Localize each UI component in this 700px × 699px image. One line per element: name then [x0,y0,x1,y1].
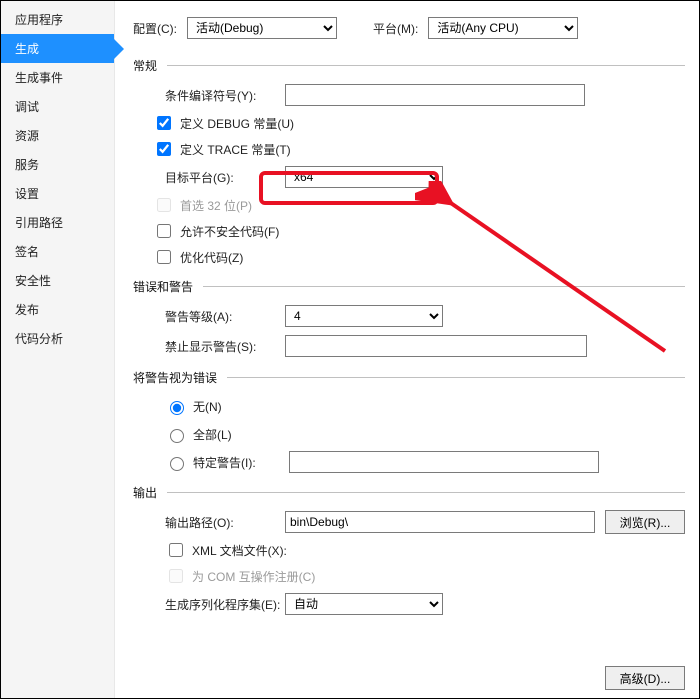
output-path-label: 输出路径(O): [165,514,285,531]
warning-level-select[interactable]: 4 [285,305,443,327]
section-errors-title: 错误和警告 [133,278,193,295]
config-platform-row: 配置(C): 活动(Debug) 平台(M): 活动(Any CPU) [133,17,685,39]
com-interop-label: 为 COM 互操作注册(C) [192,568,315,585]
section-treat: 将警告视为错误 [133,369,685,386]
sidebar-item-security[interactable]: 安全性 [1,266,114,295]
cond-symbols-label: 条件编译符号(Y): [165,87,285,104]
treat-specific-label: 特定警告(I): [193,454,283,471]
prefer-32bit-checkbox [157,198,171,212]
platform-select[interactable]: 活动(Any CPU) [428,17,578,39]
define-debug-label: 定义 DEBUG 常量(U) [180,115,294,132]
define-debug-checkbox[interactable] [157,116,171,130]
optimize-code-checkbox[interactable] [157,250,171,264]
section-output-title: 输出 [133,484,157,501]
sidebar-item-signing[interactable]: 签名 [1,237,114,266]
sidebar-item-services[interactable]: 服务 [1,150,114,179]
project-properties-window: 应用程序 生成 生成事件 调试 资源 服务 设置 引用路径 签名 安全性 发布 … [0,0,700,699]
treat-specific-input[interactable] [289,451,599,473]
divider [203,286,685,287]
config-select[interactable]: 活动(Debug) [187,17,337,39]
config-label: 配置(C): [133,20,177,37]
suppress-warnings-input[interactable] [285,335,587,357]
target-platform-select[interactable]: x64 [285,166,443,188]
prefer-32bit-label: 首选 32 位(P) [180,197,252,214]
sidebar: 应用程序 生成 生成事件 调试 资源 服务 设置 引用路径 签名 安全性 发布 … [1,1,115,698]
sidebar-item-build[interactable]: 生成 [1,34,114,63]
define-trace-checkbox[interactable] [157,142,171,156]
allow-unsafe-label: 允许不安全代码(F) [180,223,279,240]
sidebar-item-reference-paths[interactable]: 引用路径 [1,208,114,237]
treat-all-label: 全部(L) [193,426,232,443]
treat-none-label: 无(N) [193,398,222,415]
advanced-button[interactable]: 高级(D)... [605,666,685,690]
section-general: 常规 [133,57,685,74]
allow-unsafe-checkbox[interactable] [157,224,171,238]
serialization-select[interactable]: 自动 [285,593,443,615]
sidebar-item-code-analysis[interactable]: 代码分析 [1,324,114,353]
target-platform-label: 目标平台(G): [165,169,285,186]
serialization-label: 生成序列化程序集(E): [165,596,285,613]
optimize-code-label: 优化代码(Z) [180,249,243,266]
sidebar-item-application[interactable]: 应用程序 [1,5,114,34]
warning-level-label: 警告等级(A): [165,308,285,325]
treat-none-radio[interactable] [170,401,184,415]
section-output: 输出 [133,484,685,501]
section-treat-title: 将警告视为错误 [133,369,217,386]
browse-button[interactable]: 浏览(R)... [605,510,685,534]
treat-specific-radio[interactable] [170,457,184,471]
output-path-input[interactable] [285,511,595,533]
platform-label: 平台(M): [373,20,418,37]
sidebar-item-debug[interactable]: 调试 [1,92,114,121]
com-interop-checkbox [169,569,183,583]
sidebar-item-settings[interactable]: 设置 [1,179,114,208]
treat-all-radio[interactable] [170,429,184,443]
xml-doc-checkbox[interactable] [169,543,183,557]
sidebar-item-build-events[interactable]: 生成事件 [1,63,114,92]
section-errors: 错误和警告 [133,278,685,295]
divider [167,492,685,493]
build-settings-panel: 配置(C): 活动(Debug) 平台(M): 活动(Any CPU) 常规 条… [115,1,699,698]
sidebar-item-publish[interactable]: 发布 [1,295,114,324]
divider [227,377,685,378]
xml-doc-label: XML 文档文件(X): [192,542,287,559]
sidebar-item-resources[interactable]: 资源 [1,121,114,150]
section-general-title: 常规 [133,57,157,74]
suppress-warnings-label: 禁止显示警告(S): [165,338,285,355]
cond-symbols-input[interactable] [285,84,585,106]
define-trace-label: 定义 TRACE 常量(T) [180,141,291,158]
divider [167,65,685,66]
